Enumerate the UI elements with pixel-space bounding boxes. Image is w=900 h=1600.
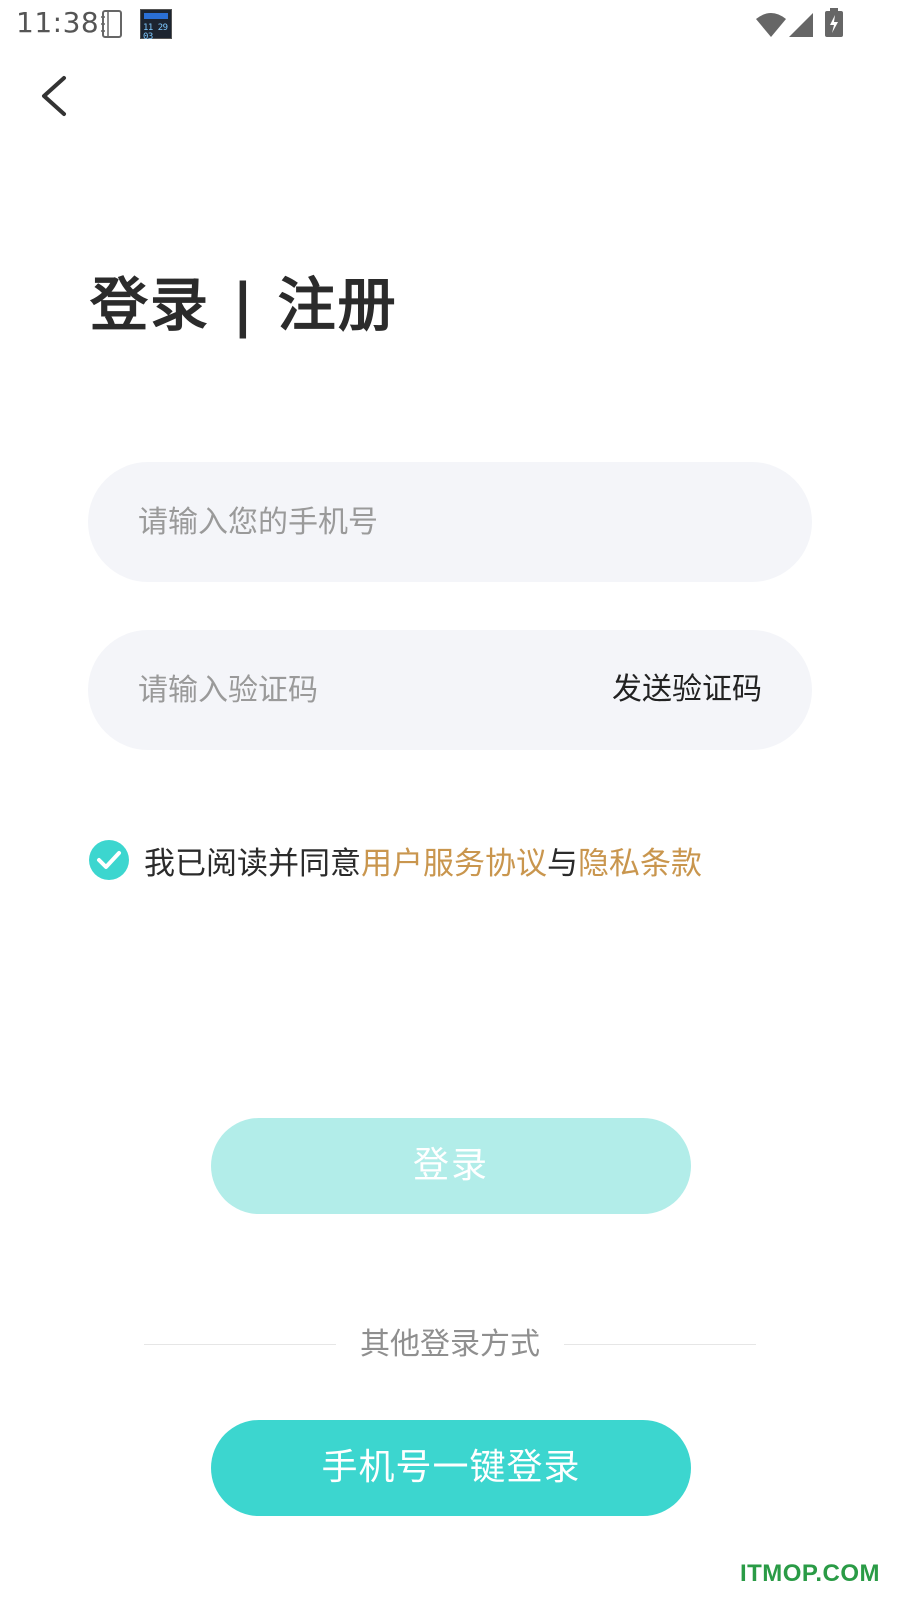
verification-code-input[interactable] [138, 630, 558, 750]
other-methods-divider: 其他登录方式 [144, 1322, 756, 1368]
page-title: 登录 | 注册 [90, 271, 398, 339]
battery-charging-icon [825, 8, 843, 37]
send-code-button[interactable]: 发送验证码 [612, 630, 762, 750]
status-bar: 11:38 11 29 03 [0, 0, 900, 50]
phone-field [88, 462, 812, 582]
watermark: ITMOP.COM [739, 1560, 880, 1587]
phone-input[interactable] [138, 462, 758, 582]
agreement-row: 我已阅读并同意 用户服务协议 与 隐私条款 [88, 838, 702, 882]
back-chevron-icon[interactable] [36, 72, 76, 120]
verification-code-field: 发送验证码 [88, 630, 812, 750]
agreement-connector: 与 [547, 845, 578, 882]
terms-link[interactable]: 用户服务协议 [361, 838, 547, 883]
agreement-checkbox-icon[interactable] [88, 839, 130, 881]
wifi-icon [756, 13, 786, 37]
other-methods-label: 其他登录方式 [360, 1327, 540, 1362]
login-page: 11:38 11 29 03 登录 | 注册 请输入您的手机号 请输入验证码 发… [0, 0, 900, 1600]
privacy-link[interactable]: 隐私条款 [578, 838, 702, 883]
status-time: 11:38 [16, 6, 100, 39]
clock-widget-icon: 11 29 03 [140, 9, 172, 42]
agreement-text: 我已阅读并同意 [144, 845, 361, 882]
one-click-login-button[interactable]: 手机号一键登录 [211, 1420, 691, 1516]
login-button[interactable]: 登录 [211, 1118, 691, 1214]
clock-widget-digits: 11 29 03 [143, 23, 168, 42]
cell-signal-icon [789, 13, 813, 37]
notebook-icon [101, 10, 122, 38]
divider-line-right [564, 1344, 756, 1345]
